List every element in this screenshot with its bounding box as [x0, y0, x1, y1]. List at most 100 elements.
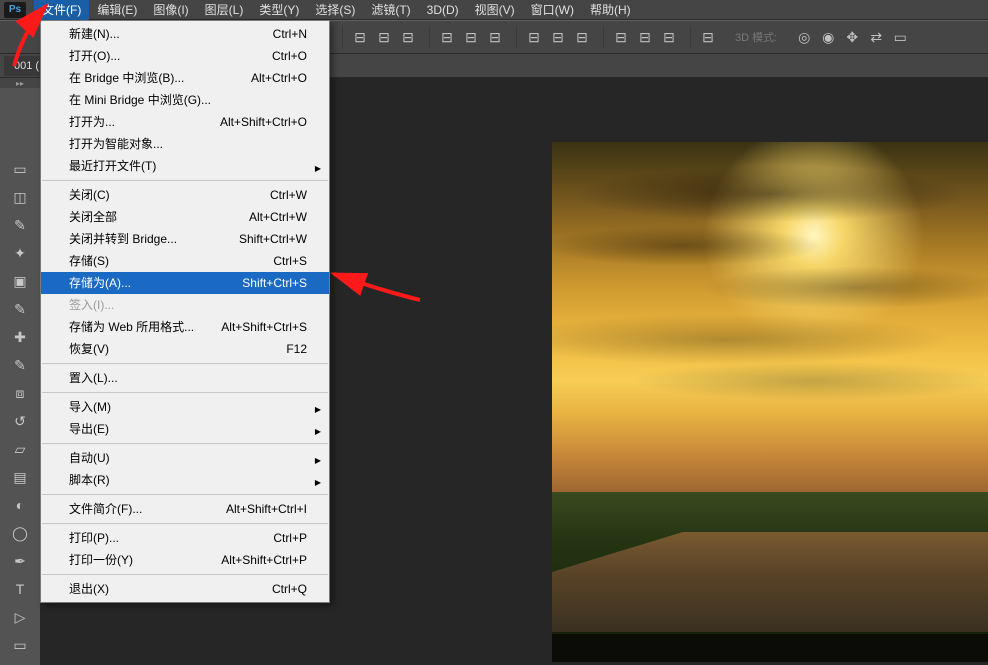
menu-help[interactable]: 帮助(H) — [582, 0, 639, 20]
lasso-tool[interactable]: ✎ — [8, 214, 32, 236]
heal-tool[interactable]: ✚ — [8, 326, 32, 348]
menu-item-label: 脚本(R) — [69, 472, 110, 488]
file-menu-item[interactable]: 在 Bridge 中浏览(B)...Alt+Ctrl+O — [41, 67, 329, 89]
menu-separator — [42, 574, 328, 575]
toolbox-handle[interactable]: ▸▸ — [0, 78, 40, 88]
menu-edit[interactable]: 编辑(E) — [89, 0, 145, 20]
menubar: Ps 文件(F) 编辑(E) 图像(I) 图层(L) 类型(Y) 选择(S) 滤… — [0, 0, 988, 20]
type-tool[interactable]: T — [8, 578, 32, 600]
menu-window[interactable]: 窗口(W) — [523, 0, 582, 20]
menu-item-label: 打开为智能对象... — [69, 136, 163, 152]
menu-item-label: 存储(S) — [69, 253, 109, 269]
distribute-c-icon[interactable]: ⊟ — [658, 26, 680, 48]
menu-view[interactable]: 视图(V) — [467, 0, 523, 20]
menu-image[interactable]: 图像(I) — [145, 0, 196, 20]
blur-tool[interactable]: ◐ — [8, 494, 32, 516]
file-menu-item[interactable]: 打开(O)...Ctrl+O — [41, 45, 329, 67]
file-menu-item[interactable]: 打开为智能对象... — [41, 133, 329, 155]
menu-item-shortcut: Alt+Shift+Ctrl+I — [226, 501, 307, 517]
align-right-icon[interactable]: ⊟ — [397, 26, 419, 48]
menu-3d[interactable]: 3D(D) — [419, 1, 467, 19]
menu-item-label: 退出(X) — [69, 581, 109, 597]
shape-tool[interactable]: ▭ — [8, 634, 32, 656]
file-menu-item[interactable]: 导入(M) — [41, 396, 329, 418]
menu-item-shortcut: Alt+Shift+Ctrl+S — [221, 319, 307, 335]
menu-item-label: 恢复(V) — [69, 341, 109, 357]
pen-tool[interactable]: ✒ — [8, 550, 32, 572]
river — [552, 532, 988, 632]
menu-item-label: 在 Mini Bridge 中浏览(G)... — [69, 92, 211, 108]
wand-tool[interactable]: ✦ — [8, 242, 32, 264]
eyedropper-tool[interactable]: ✎ — [8, 298, 32, 320]
distribute-space-icon[interactable]: ⊟ — [571, 26, 593, 48]
file-menu-item[interactable]: 置入(L)... — [41, 367, 329, 389]
menu-select[interactable]: 选择(S) — [307, 0, 363, 20]
menu-type[interactable]: 类型(Y) — [251, 0, 307, 20]
file-menu-item[interactable]: 脚本(R) — [41, 469, 329, 491]
file-menu-item[interactable]: 打印一份(Y)Alt+Shift+Ctrl+P — [41, 549, 329, 571]
menu-file[interactable]: 文件(F) — [34, 0, 89, 20]
file-menu-item[interactable]: 存储为 Web 所用格式...Alt+Shift+Ctrl+S — [41, 316, 329, 338]
orbit-3d-icon[interactable]: ◎ — [793, 26, 815, 48]
menu-item-shortcut: Ctrl+N — [273, 26, 307, 42]
distribute-b-icon[interactable]: ⊟ — [634, 26, 656, 48]
menu-item-label: 打印(P)... — [69, 530, 119, 546]
menu-separator — [42, 494, 328, 495]
roll-3d-icon[interactable]: ◉ — [817, 26, 839, 48]
move-tool[interactable]: ▭ — [8, 158, 32, 180]
menu-filter[interactable]: 滤镜(T) — [363, 0, 418, 20]
menu-item-label: 自动(U) — [69, 450, 110, 466]
align-middle-icon[interactable]: ⊟ — [460, 26, 482, 48]
pan-3d-icon[interactable]: ✥ — [841, 26, 863, 48]
file-menu-item[interactable]: 文件简介(F)...Alt+Shift+Ctrl+I — [41, 498, 329, 520]
path-tool[interactable]: ▷ — [8, 606, 32, 628]
file-menu-item[interactable]: 打印(P)...Ctrl+P — [41, 527, 329, 549]
app-logo: Ps — [4, 2, 26, 18]
menu-item-shortcut: Alt+Ctrl+O — [251, 70, 307, 86]
menu-item-label: 最近打开文件(T) — [69, 158, 156, 174]
file-menu-item[interactable]: 关闭并转到 Bridge...Shift+Ctrl+W — [41, 228, 329, 250]
file-menu-item[interactable]: 关闭全部Alt+Ctrl+W — [41, 206, 329, 228]
file-menu-item[interactable]: 退出(X) Ctrl+Q — [41, 578, 329, 600]
file-menu-item[interactable]: 在 Mini Bridge 中浏览(G)... — [41, 89, 329, 111]
file-menu-item[interactable]: 恢复(V)F12 — [41, 338, 329, 360]
file-menu-item[interactable]: 存储为(A)...Shift+Ctrl+S — [41, 272, 329, 294]
file-menu-item[interactable]: 关闭(C)Ctrl+W — [41, 184, 329, 206]
file-menu-item[interactable]: 打开为...Alt+Shift+Ctrl+O — [41, 111, 329, 133]
menu-item-shortcut: Ctrl+W — [270, 187, 307, 203]
gradient-tool[interactable]: ▤ — [8, 466, 32, 488]
eraser-tool[interactable]: ▱ — [8, 438, 32, 460]
crop-tool[interactable]: ▣ — [8, 270, 32, 292]
menu-separator — [42, 180, 328, 181]
file-menu-item: 签入(I)... — [41, 294, 329, 316]
history-brush-tool[interactable]: ↺ — [8, 410, 32, 432]
align-top-icon[interactable]: ⊟ — [436, 26, 458, 48]
menu-separator — [42, 443, 328, 444]
slide-3d-icon[interactable]: ⇄ — [865, 26, 887, 48]
menu-item-shortcut: Ctrl+Q — [272, 581, 307, 597]
zoom-3d-icon[interactable]: ▭ — [889, 26, 911, 48]
marquee-tool[interactable]: ◫ — [8, 186, 32, 208]
menu-layer[interactable]: 图层(L) — [197, 0, 252, 20]
distribute-h-icon[interactable]: ⊟ — [523, 26, 545, 48]
file-menu-item[interactable]: 导出(E) — [41, 418, 329, 440]
options-distribute2-group: ⊟ ⊟ ⊟ — [603, 26, 686, 48]
file-menu-item[interactable]: 新建(N)...Ctrl+N — [41, 23, 329, 45]
file-menu-item[interactable]: 存储(S)Ctrl+S — [41, 250, 329, 272]
document-image — [552, 142, 988, 662]
file-menu-item[interactable]: 自动(U) — [41, 447, 329, 469]
arrange-icon[interactable]: ⊟ — [697, 26, 719, 48]
brush-tool[interactable]: ✎ — [8, 354, 32, 376]
file-menu-dropdown: 新建(N)...Ctrl+N打开(O)...Ctrl+O在 Bridge 中浏览… — [40, 20, 330, 603]
distribute-a-icon[interactable]: ⊟ — [610, 26, 632, 48]
menu-item-label: 打开(O)... — [69, 48, 120, 64]
river-bank — [552, 634, 988, 662]
align-left-icon[interactable]: ⊟ — [349, 26, 371, 48]
align-center-h-icon[interactable]: ⊟ — [373, 26, 395, 48]
distribute-v-icon[interactable]: ⊟ — [547, 26, 569, 48]
dodge-tool[interactable]: ◯ — [8, 522, 32, 544]
menu-item-shortcut: Shift+Ctrl+W — [239, 231, 307, 247]
file-menu-item[interactable]: 最近打开文件(T) — [41, 155, 329, 177]
align-bottom-icon[interactable]: ⊟ — [484, 26, 506, 48]
stamp-tool[interactable]: ⧈ — [8, 382, 32, 404]
